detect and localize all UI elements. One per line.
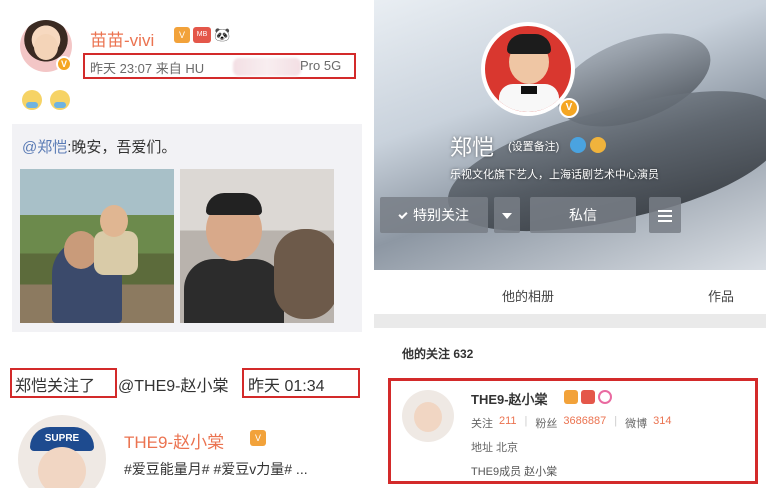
- followed-user-tags[interactable]: #爱豆能量月# #爱豆v力量# ...: [124, 459, 308, 479]
- follow-text: 郑恺关注了: [15, 378, 96, 395]
- stat-following-label: 关注: [471, 418, 493, 430]
- followed-user-name[interactable]: THE9-赵小棠: [124, 428, 224, 453]
- weibo-icon: [570, 137, 586, 153]
- left-panel: V 苗苗-vivi V MB 🐼 昨天 23:07 来自 HU Pro 5G @…: [0, 0, 372, 488]
- medal-icon: [590, 137, 606, 153]
- profile-name: 郑恺: [450, 135, 495, 160]
- vip-badge-icon: V: [250, 430, 266, 446]
- follow-activity: 郑恺关注了 @THE9-赵小棠 昨天 01:34: [10, 368, 370, 398]
- profile-panel: V 郑恺 (设置备注) 乐视文化旗下艺人，上海话剧艺术中心演员 特别关注 私信 …: [374, 0, 766, 488]
- repost-content: :晚安，吾爱们。: [67, 139, 177, 156]
- post-source-suffix: Pro 5G: [300, 58, 342, 73]
- verified-badge-icon: V: [559, 98, 579, 118]
- menu-icon: [658, 215, 672, 218]
- stat-posts-value: 314: [653, 415, 672, 427]
- tab-works[interactable]: 作品: [708, 286, 734, 305]
- message-button[interactable]: 私信: [530, 197, 636, 233]
- repost-text: @郑恺:晚安，吾爱们。: [22, 136, 176, 157]
- emoji-row: [22, 90, 70, 110]
- follow-card-location: 地址 北京: [471, 442, 519, 454]
- post-source-prefix: 来自 HU: [155, 61, 205, 76]
- verified-badge-icon: V: [56, 56, 72, 72]
- stat-fans-value: 3686887: [563, 415, 607, 427]
- repost-photo-2[interactable]: [180, 169, 334, 323]
- member-badge-icon: MB: [193, 27, 211, 43]
- check-icon: [398, 209, 408, 220]
- repost-box[interactable]: @郑恺:晚安，吾爱们。: [12, 124, 362, 332]
- repost-at-user[interactable]: @郑恺: [22, 139, 67, 156]
- repost-photo-1[interactable]: [20, 169, 174, 323]
- follow-card-avatar[interactable]: [402, 390, 454, 442]
- stat-following-value: 211: [499, 415, 517, 427]
- follow-time: 昨天 01:34: [248, 378, 325, 395]
- follows-count[interactable]: 他的关注 632: [402, 345, 473, 362]
- profile-icons: [570, 137, 606, 153]
- user-badges: V MB 🐼: [174, 27, 230, 43]
- tab-album[interactable]: 他的相册: [502, 286, 554, 305]
- follow-target-user[interactable]: @THE9-赵小棠: [118, 372, 228, 396]
- follow-card-description: THE9成员 赵小棠: [471, 466, 558, 478]
- profile-tabs: 他的相册 作品: [374, 274, 766, 314]
- vip-badge-icon: [564, 390, 578, 404]
- menu-button[interactable]: [649, 197, 681, 233]
- section-divider: [374, 314, 766, 328]
- stat-fans-label: 粉丝: [535, 418, 558, 430]
- special-follow-button[interactable]: 特别关注: [380, 197, 488, 233]
- search-icon: [598, 390, 612, 404]
- chevron-down-icon: [502, 213, 512, 220]
- follow-card-stats: 关注 211 | 粉丝 3686887 | 微博 314: [471, 415, 672, 430]
- stat-posts-label: 微博: [625, 418, 648, 430]
- panda-icon: 🐼: [214, 27, 231, 43]
- emoji-icon: [50, 90, 70, 110]
- followed-user-avatar[interactable]: SUPRE: [18, 415, 106, 488]
- profile-description: 乐视文化旗下艺人，上海话剧艺术中心演员: [450, 169, 659, 181]
- vip-badge-icon: V: [174, 27, 190, 43]
- follow-dropdown-button[interactable]: [494, 197, 520, 233]
- emoji-icon: [22, 90, 42, 110]
- post-time: 昨天 23:07: [90, 61, 153, 76]
- set-remark-link[interactable]: (设置备注): [508, 138, 559, 154]
- post-username[interactable]: 苗苗-vivi: [90, 26, 154, 51]
- blurred-region: [233, 58, 301, 76]
- follow-card-badges: [564, 390, 612, 404]
- rank-badge-icon: [581, 390, 595, 404]
- follow-card-name[interactable]: THE9-赵小棠: [471, 389, 548, 408]
- post-meta-highlight: 昨天 23:07 来自 HU Pro 5G: [83, 53, 356, 79]
